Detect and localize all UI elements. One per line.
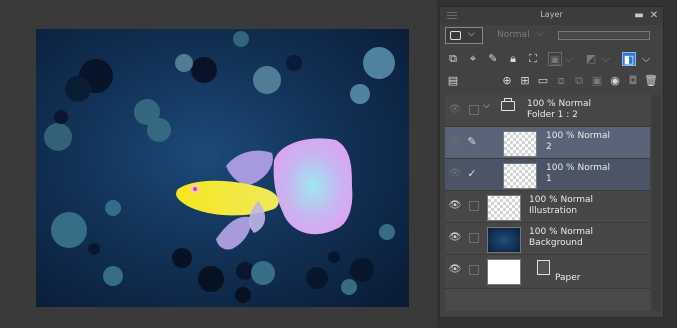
toolbar-row-1: ⧉ ⌖ ✎ 🔒︎ ⛶ ▣ ⌵ ◩ ⌵ ◧ ⌵ <box>444 50 662 70</box>
close-icon[interactable]: ✕ <box>648 10 660 22</box>
layer-panel: Layer ▬ ✕ ⌵ Normal ⌵ ⧉ ⌖ ✎ 🔒︎ ⛶ ▣ ⌵ ◩ ⌵ … <box>439 6 664 318</box>
toolbar-row-2: ▤ ⊕ ⊞ ▭ ⧈ ⧉ ▣ ◉ ◘ 🗑︎ <box>444 72 662 92</box>
layer-property-icon[interactable]: ▤ <box>446 74 460 88</box>
mask-icon[interactable]: ◩ <box>584 52 598 66</box>
visibility-eye-icon[interactable]: 👁︎ <box>448 137 462 147</box>
layer-name: Folder 1 : 2 <box>527 110 578 120</box>
fish <box>176 138 353 250</box>
check-icon: ✓ <box>467 167 477 180</box>
visibility-eye-icon[interactable]: 👁︎ <box>448 169 462 179</box>
visibility-eye-icon[interactable]: 👁︎ <box>448 233 462 243</box>
opacity-slider[interactable] <box>558 31 650 40</box>
copy-layer-icon[interactable]: ⧉ <box>446 52 460 66</box>
layer-thumbnail <box>487 259 521 285</box>
layer-color-icon <box>450 31 461 40</box>
layer-list[interactable]: 👁︎ ⌵ 100 % Normal Folder 1 : 2 👁︎ ✎ 100 … <box>445 95 650 311</box>
artwork-canvas[interactable] <box>36 29 409 307</box>
layer-name: 1 <box>546 174 552 184</box>
layer-row-paper[interactable]: 👁︎ Paper <box>445 255 650 289</box>
layer-name: Paper <box>555 273 581 283</box>
move-pin-icon[interactable]: ✎ <box>486 52 500 66</box>
canvas-area[interactable] <box>0 0 437 328</box>
layer-thumbnail <box>503 131 537 157</box>
chevron-down-icon[interactable]: ⌵ <box>639 52 653 66</box>
chevron-down-icon: ⌵ <box>468 29 475 39</box>
layer-color-select[interactable]: ⌵ <box>445 27 483 44</box>
mask-apply-icon[interactable]: ◉ <box>608 74 622 88</box>
layer-check[interactable] <box>469 265 479 275</box>
layer-blend-summary: 100 % Normal <box>546 163 611 173</box>
lightbulb-icon[interactable]: ⌖ <box>466 52 480 66</box>
layer-row-illustration[interactable]: 👁︎ 100 % Normal Illustration <box>445 191 650 223</box>
layer-name: Illustration <box>529 206 578 216</box>
layer-name: Background <box>529 238 583 248</box>
layer-thumbnail <box>487 195 521 221</box>
new-folder-icon[interactable]: ▭ <box>536 74 550 88</box>
visibility-eye-icon[interactable]: 👁︎ <box>448 265 462 275</box>
layer-blend-summary: 100 % Normal <box>546 131 611 141</box>
blend-mode-value[interactable]: Normal <box>497 30 530 40</box>
merge-icon[interactable]: ⧉ <box>572 74 586 88</box>
chevron-down-icon[interactable]: ⌵ <box>483 101 490 111</box>
layer-row-2[interactable]: 👁︎ ✎ 100 % Normal 2 <box>445 127 650 159</box>
folder-icon <box>501 98 515 111</box>
layer-thumbnail <box>503 163 537 189</box>
chevron-down-icon[interactable]: ⌵ <box>562 52 576 66</box>
pen-edit-icon: ✎ <box>467 135 477 148</box>
blend-mode-dropdown-icon[interactable]: ⌵ <box>537 29 544 39</box>
ref-layer-icon[interactable]: ▣ <box>548 52 562 66</box>
layer-thumbnail <box>487 227 521 253</box>
layer-check[interactable] <box>469 105 479 115</box>
blend-row: ⌵ Normal ⌵ <box>445 27 660 47</box>
visibility-eye-icon[interactable]: 👁︎ <box>448 105 462 115</box>
layer-row-folder[interactable]: 👁︎ ⌵ 100 % Normal Folder 1 : 2 <box>445 95 650 127</box>
layer-blend-summary: 100 % Normal <box>529 195 594 205</box>
layer-row-background[interactable]: 👁︎ 100 % Normal Background <box>445 223 650 255</box>
mask-toggle-icon[interactable]: ◘ <box>626 74 640 88</box>
lock-icon[interactable]: 🔒︎ <box>506 52 520 66</box>
delete-layer-icon[interactable]: 🗑︎ <box>644 74 658 88</box>
new-vector-icon[interactable]: ⊞ <box>518 74 532 88</box>
layer-row-1[interactable]: 👁︎ ✓ 100 % Normal 1 <box>445 159 650 191</box>
transfer-down-icon[interactable]: ⧈ <box>554 74 568 88</box>
color-icon[interactable]: ◧ <box>622 52 636 66</box>
layer-blend-summary: 100 % Normal <box>527 99 592 109</box>
panel-title-bar[interactable]: Layer ▬ ✕ <box>440 7 663 25</box>
layer-list-scrollbar[interactable] <box>652 95 661 311</box>
visibility-eye-icon[interactable]: 👁︎ <box>448 201 462 211</box>
layer-blend-summary: 100 % Normal <box>529 227 594 237</box>
alpha-lock-icon[interactable]: ⛶ <box>526 52 540 66</box>
chevron-down-icon[interactable]: ⌵ <box>599 52 613 66</box>
mask-add-icon[interactable]: ▣ <box>590 74 604 88</box>
layer-name: 2 <box>546 142 552 152</box>
minimize-icon[interactable]: ▬ <box>633 10 645 22</box>
panel-title: Layer <box>540 10 563 19</box>
artwork-illustration <box>44 31 395 303</box>
new-raster-icon[interactable]: ⊕ <box>500 74 514 88</box>
paper-icon <box>537 260 550 275</box>
layer-check[interactable] <box>469 201 479 211</box>
layer-check[interactable] <box>469 233 479 243</box>
